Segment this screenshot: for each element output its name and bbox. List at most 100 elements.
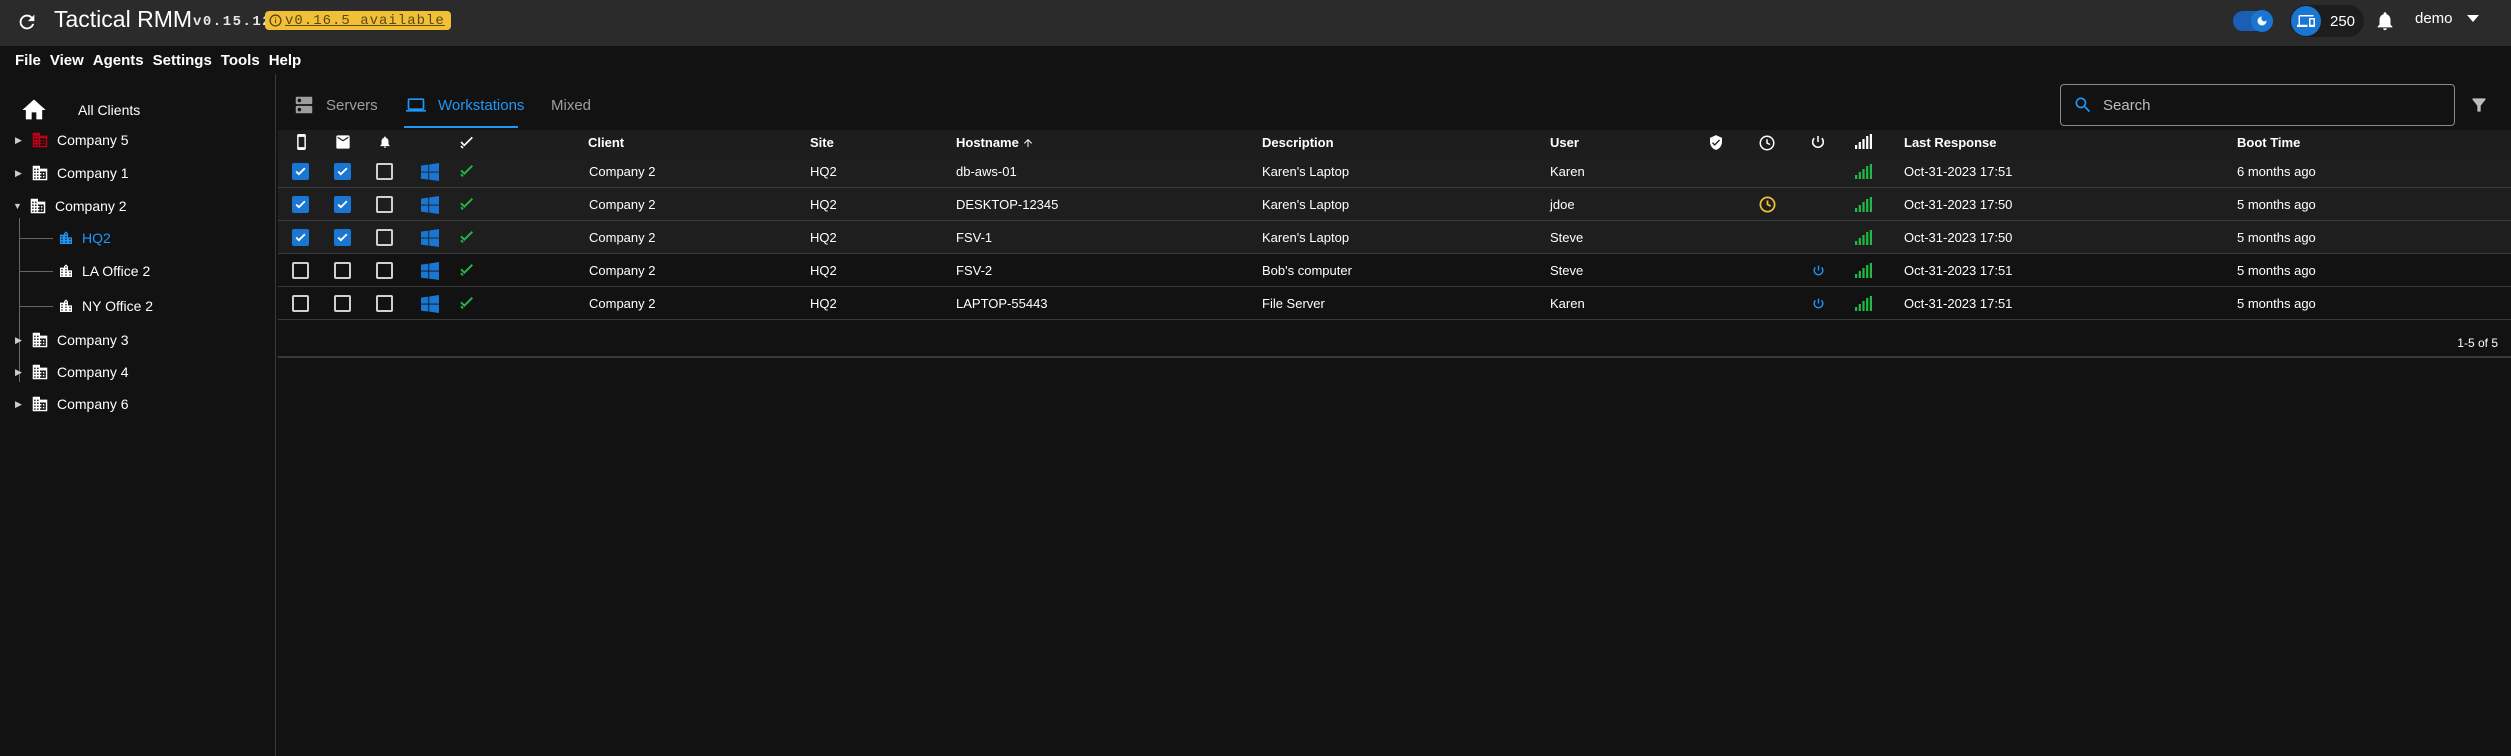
cell-site: HQ2 xyxy=(810,263,837,278)
filter-icon[interactable] xyxy=(2469,95,2489,120)
mail-checkbox[interactable] xyxy=(334,262,351,279)
windows-icon xyxy=(421,262,439,285)
header-client[interactable]: Client xyxy=(588,135,624,150)
mobile-checkbox[interactable] xyxy=(292,196,309,213)
signal-online-icon xyxy=(1855,230,1872,250)
sort-asc-icon xyxy=(1023,138,1032,147)
header-hostname[interactable]: Hostname xyxy=(956,135,1034,150)
tree-connector xyxy=(19,218,20,382)
menu-tools[interactable]: Tools xyxy=(221,52,260,69)
mail-checkbox[interactable] xyxy=(334,196,351,213)
tree-site-hq2[interactable]: HQ2 xyxy=(58,230,111,246)
devices-icon xyxy=(2291,6,2321,36)
cell-description: File Server xyxy=(1262,296,1325,311)
signal-icon[interactable] xyxy=(1855,134,1872,149)
site-name: NY Office 2 xyxy=(82,298,154,314)
needs-reboot-power-icon[interactable] xyxy=(1812,264,1825,282)
cell-client: Company 2 xyxy=(589,164,656,179)
mobile-checkbox[interactable] xyxy=(292,229,309,246)
clock-icon[interactable] xyxy=(1758,134,1776,152)
tree-client-company-5[interactable]: ▶ Company 5 xyxy=(15,132,129,148)
cell-hostname: db-aws-01 xyxy=(956,164,1017,179)
mail-checkbox[interactable] xyxy=(334,295,351,312)
pending-actions-clock-icon[interactable] xyxy=(1758,195,1777,219)
tree-site-la-office-2[interactable]: LA Office 2 xyxy=(58,263,150,279)
menu-settings[interactable]: Settings xyxy=(153,52,212,69)
refresh-icon[interactable] xyxy=(14,9,40,35)
mail-icon[interactable] xyxy=(335,135,351,149)
expand-arrow-icon[interactable]: ▶ xyxy=(15,335,27,346)
header-site[interactable]: Site xyxy=(810,135,834,150)
tree-client-company-3[interactable]: ▶ Company 3 xyxy=(15,332,129,348)
shield-icon[interactable] xyxy=(1708,134,1724,151)
menu-help[interactable]: Help xyxy=(269,52,302,69)
table-row[interactable]: Company 2 HQ2 DESKTOP-12345 Karen's Laptop j… xyxy=(278,188,2511,221)
expand-arrow-icon[interactable]: ▶ xyxy=(15,168,27,179)
mobile-checkbox[interactable] xyxy=(292,262,309,279)
tree-client-company-1[interactable]: ▶ Company 1 xyxy=(15,165,129,181)
update-available-badge[interactable]: v0.16.5 available xyxy=(265,11,451,30)
checks-passing-icon[interactable] xyxy=(459,196,475,217)
windows-icon xyxy=(421,295,439,318)
building-icon xyxy=(58,230,74,246)
tree-connector xyxy=(19,238,53,239)
table-header: Client Site Hostname Description User La… xyxy=(278,130,2511,155)
search-input[interactable] xyxy=(2103,96,2423,114)
checks-passing-icon[interactable] xyxy=(459,262,475,283)
tab-servers[interactable]: Servers xyxy=(292,82,378,128)
tab-workstations[interactable]: Workstations xyxy=(404,82,524,128)
mail-checkbox[interactable] xyxy=(334,229,351,246)
table-row[interactable]: Company 2 HQ2 db-aws-01 Karen's Laptop Karen… xyxy=(278,155,2511,188)
tab-mixed[interactable]: Mixed xyxy=(551,82,591,128)
collapse-arrow-icon[interactable]: ▼ xyxy=(13,201,25,211)
agent-count-badge[interactable]: 250 xyxy=(2290,5,2364,37)
user-menu[interactable]: demo xyxy=(2415,10,2479,27)
signal-online-icon xyxy=(1855,164,1872,184)
caret-down-icon xyxy=(2466,14,2479,22)
mobile-checkbox[interactable] xyxy=(292,163,309,180)
tree-client-company-6[interactable]: ▶ Company 6 xyxy=(15,396,129,412)
header-boot-time[interactable]: Boot Time xyxy=(2237,135,2300,150)
checks-passing-icon[interactable] xyxy=(459,163,475,184)
checks-passing-icon[interactable] xyxy=(459,229,475,250)
search-field[interactable] xyxy=(2060,84,2455,126)
alert-checkbox[interactable] xyxy=(376,295,393,312)
signal-online-icon xyxy=(1855,296,1872,316)
menu-view[interactable]: View xyxy=(50,52,84,69)
expand-arrow-icon[interactable]: ▶ xyxy=(15,367,27,378)
dark-mode-toggle[interactable] xyxy=(2233,10,2273,32)
cell-client: Company 2 xyxy=(589,296,656,311)
checks-icon[interactable] xyxy=(459,134,475,150)
cell-client: Company 2 xyxy=(589,263,656,278)
table-row[interactable]: Company 2 HQ2 FSV-1 Karen's Laptop Steve Oct-… xyxy=(278,221,2511,254)
bell-icon[interactable] xyxy=(2374,9,2396,38)
mobile-checkbox[interactable] xyxy=(292,295,309,312)
mobile-icon[interactable] xyxy=(296,134,307,150)
menu-file[interactable]: File xyxy=(15,52,41,69)
menu-agents[interactable]: Agents xyxy=(93,52,144,69)
windows-icon xyxy=(421,196,439,219)
alert-checkbox[interactable] xyxy=(376,229,393,246)
power-icon[interactable] xyxy=(1810,134,1826,150)
alert-checkbox[interactable] xyxy=(376,262,393,279)
table-row[interactable]: Company 2 HQ2 LAPTOP-55443 File Server Karen… xyxy=(278,287,2511,320)
header-description[interactable]: Description xyxy=(1262,135,1334,150)
mail-checkbox[interactable] xyxy=(334,163,351,180)
table-row[interactable]: Company 2 HQ2 FSV-2 Bob's computer Steve Oct-… xyxy=(278,254,2511,287)
server-icon xyxy=(295,96,313,114)
header-last-response[interactable]: Last Response xyxy=(1904,135,1996,150)
tree-client-company-2[interactable]: ▼ Company 2 xyxy=(13,198,127,214)
alert-checkbox[interactable] xyxy=(376,163,393,180)
tree-client-company-4[interactable]: ▶ Company 4 xyxy=(15,364,129,380)
bell-icon[interactable] xyxy=(378,134,392,150)
header-user[interactable]: User xyxy=(1550,135,1579,150)
tree-site-ny-office-2[interactable]: NY Office 2 xyxy=(58,298,153,314)
building-icon xyxy=(31,132,49,148)
expand-arrow-icon[interactable]: ▶ xyxy=(15,399,27,410)
checks-passing-icon[interactable] xyxy=(459,295,475,316)
alert-checkbox[interactable] xyxy=(376,196,393,213)
building-icon xyxy=(29,198,47,214)
needs-reboot-power-icon[interactable] xyxy=(1812,297,1825,315)
tree-all-clients[interactable]: All Clients xyxy=(18,96,140,124)
expand-arrow-icon[interactable]: ▶ xyxy=(15,135,27,146)
